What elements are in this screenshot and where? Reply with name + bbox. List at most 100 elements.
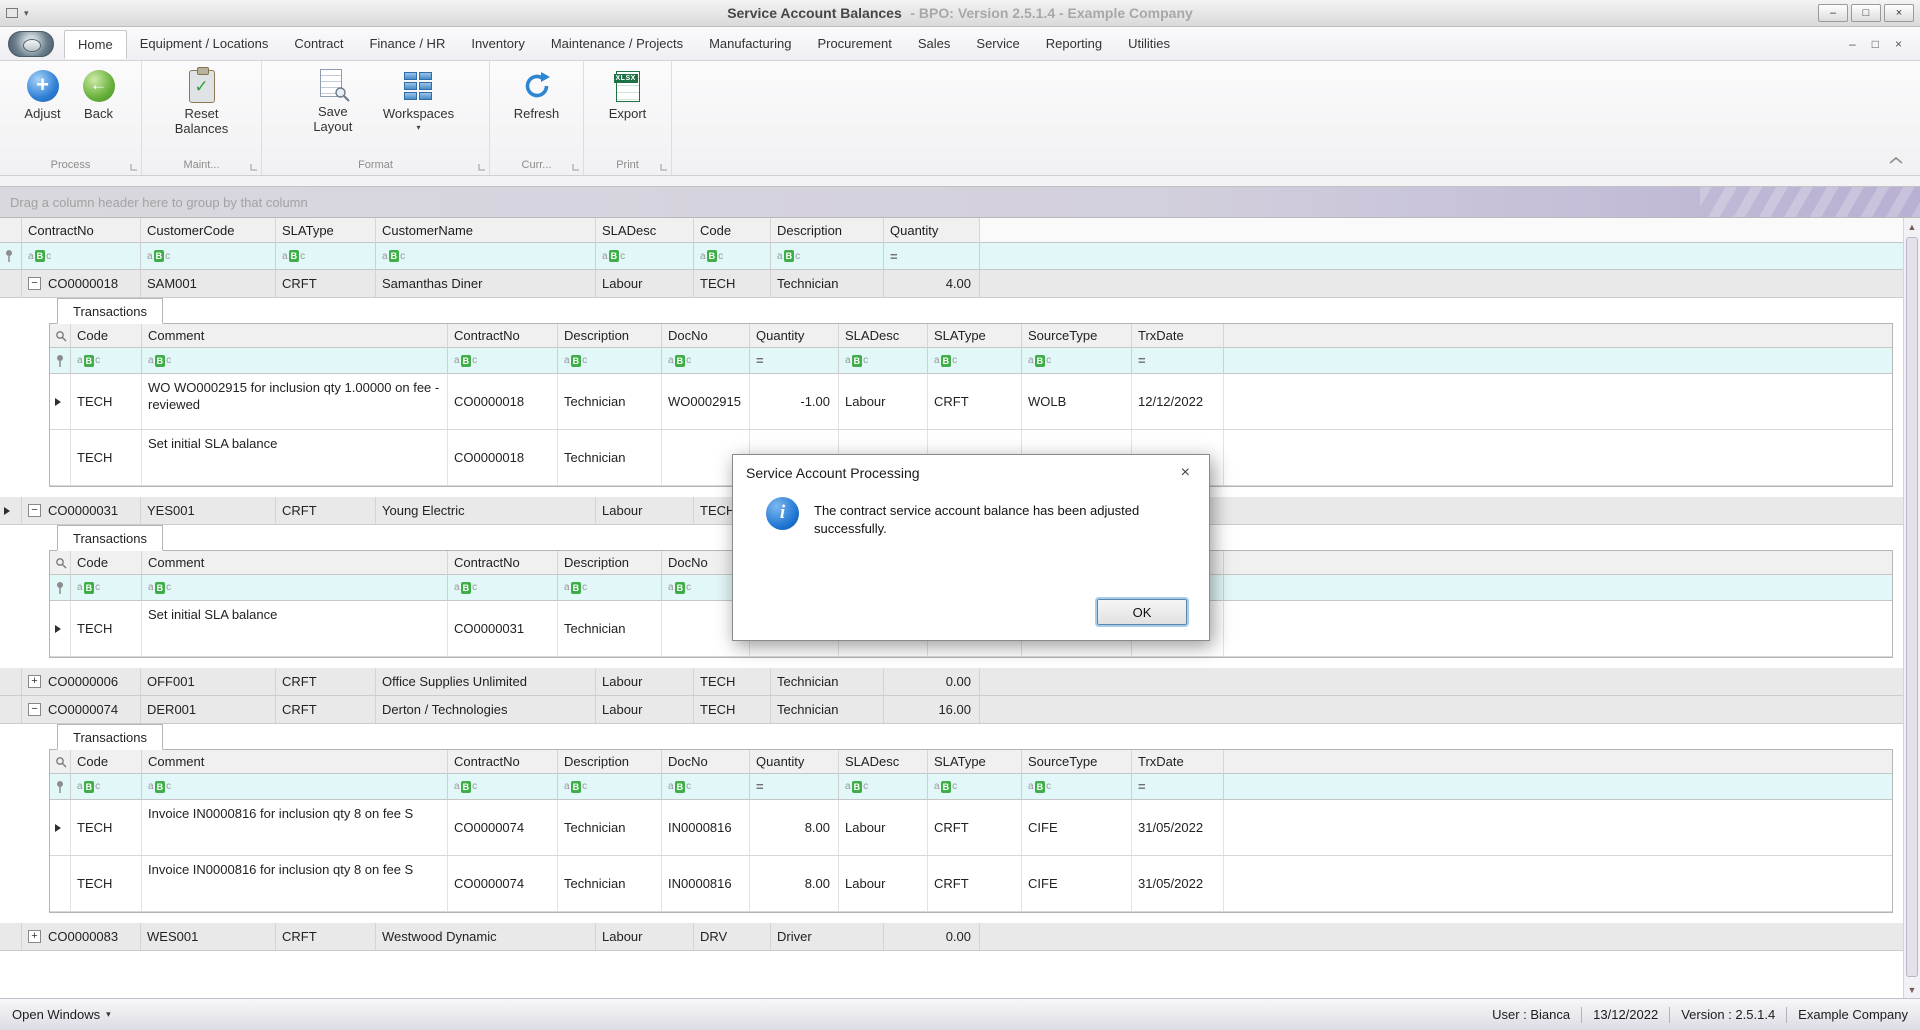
- filter-cell[interactable]: aBc: [142, 348, 448, 374]
- workspaces-button[interactable]: Workspaces ▾: [378, 66, 459, 133]
- search-icon[interactable]: [55, 756, 67, 768]
- filter-cell[interactable]: aBc: [1022, 348, 1132, 374]
- doc-close-button[interactable]: ×: [1895, 37, 1902, 51]
- collapse-toggle-icon[interactable]: −: [28, 703, 41, 716]
- detail-column-description[interactable]: Description: [558, 551, 662, 575]
- detail-column-sladesc[interactable]: SLADesc: [839, 324, 928, 348]
- detail-column-trxdate[interactable]: TrxDate: [1132, 324, 1224, 348]
- detail-column-slatype[interactable]: SLAType: [928, 750, 1022, 774]
- filter-cell[interactable]: aBc: [142, 774, 448, 800]
- filter-cell[interactable]: aBc: [839, 348, 928, 374]
- dialog-close-icon[interactable]: ×: [1175, 464, 1196, 482]
- tab-inventory[interactable]: Inventory: [458, 30, 537, 57]
- column-header-customername[interactable]: CustomerName: [376, 218, 596, 243]
- save-layout-button[interactable]: Save Layout: [292, 66, 374, 137]
- tab-reporting[interactable]: Reporting: [1033, 30, 1115, 57]
- reset-balances-button[interactable]: Reset Balances: [161, 66, 243, 139]
- vertical-scrollbar[interactable]: ▲ ▼: [1903, 218, 1920, 998]
- contract-row-co0000018[interactable]: − CO0000018 SAM001 CRFT Samanthas Diner L…: [0, 270, 1903, 298]
- contract-row-co0000006[interactable]: + CO0000006 OFF001 CRFT Office Supplies U…: [0, 668, 1903, 696]
- detail-column-sourcetype[interactable]: SourceType: [1022, 750, 1132, 774]
- expand-toggle-icon[interactable]: +: [28, 930, 41, 943]
- filter-cell[interactable]: aBc: [558, 348, 662, 374]
- filter-cell-sladesc[interactable]: aBc: [596, 243, 694, 270]
- open-windows-dropdown-icon[interactable]: ▾: [106, 1009, 111, 1020]
- tab-service[interactable]: Service: [963, 30, 1032, 57]
- ok-button[interactable]: OK: [1097, 599, 1187, 625]
- transaction-row[interactable]: TECH WO WO0002915 for inclusion qty 1.00…: [50, 374, 1892, 430]
- app-menu-button[interactable]: [8, 30, 54, 57]
- detail-column-docno[interactable]: DocNo: [662, 324, 750, 348]
- filter-cell[interactable]: =: [750, 774, 839, 800]
- detail-column-quantity[interactable]: Quantity: [750, 324, 839, 348]
- filter-cell[interactable]: aBc: [448, 774, 558, 800]
- filter-cell[interactable]: =: [1132, 774, 1224, 800]
- tab-contract[interactable]: Contract: [281, 30, 356, 57]
- column-header-code[interactable]: Code: [694, 218, 771, 243]
- tab-finance-hr[interactable]: Finance / HR: [356, 30, 458, 57]
- transactions-tab[interactable]: Transactions: [57, 525, 163, 551]
- filter-cell-customername[interactable]: aBc: [376, 243, 596, 270]
- filter-cell[interactable]: aBc: [448, 348, 558, 374]
- detail-column-description[interactable]: Description: [558, 324, 662, 348]
- scroll-up-icon[interactable]: ▲: [1904, 218, 1920, 235]
- dialog-launcher-icon[interactable]: [130, 163, 138, 171]
- detail-column-trxdate[interactable]: TrxDate: [1132, 750, 1224, 774]
- search-icon[interactable]: [55, 330, 67, 342]
- collapse-toggle-icon[interactable]: −: [28, 277, 41, 290]
- tab-maintenance-projects[interactable]: Maintenance / Projects: [538, 30, 696, 57]
- dialog-launcher-icon[interactable]: [660, 163, 668, 171]
- detail-column-contractno[interactable]: ContractNo: [448, 750, 558, 774]
- dialog-launcher-icon[interactable]: [572, 163, 580, 171]
- restore-button[interactable]: □: [1851, 4, 1881, 22]
- filter-cell[interactable]: aBc: [928, 774, 1022, 800]
- filter-cell[interactable]: =: [750, 348, 839, 374]
- detail-column-slatype[interactable]: SLAType: [928, 324, 1022, 348]
- filter-cell[interactable]: aBc: [662, 774, 750, 800]
- tab-procurement[interactable]: Procurement: [804, 30, 904, 57]
- tab-home[interactable]: Home: [64, 29, 127, 59]
- detail-column-comment[interactable]: Comment: [142, 750, 448, 774]
- transaction-row[interactable]: TECH Invoice IN0000816 for inclusion qty…: [50, 856, 1892, 912]
- scroll-down-icon[interactable]: ▼: [1904, 981, 1920, 998]
- close-button[interactable]: ×: [1884, 4, 1914, 22]
- collapse-toggle-icon[interactable]: −: [28, 504, 41, 517]
- expand-toggle-icon[interactable]: +: [28, 675, 41, 688]
- export-button[interactable]: Export: [602, 66, 654, 124]
- filter-cell-customercode[interactable]: aBc: [141, 243, 276, 270]
- app-icon[interactable]: [6, 8, 18, 18]
- detail-column-comment[interactable]: Comment: [142, 551, 448, 575]
- column-header-quantity[interactable]: Quantity: [884, 218, 980, 243]
- filter-cell[interactable]: =: [1132, 348, 1224, 374]
- doc-minimize-button[interactable]: –: [1849, 37, 1856, 51]
- detail-column-contractno[interactable]: ContractNo: [448, 551, 558, 575]
- detail-column-contractno[interactable]: ContractNo: [448, 324, 558, 348]
- back-button[interactable]: Back: [73, 66, 125, 124]
- scrollbar-thumb[interactable]: [1906, 237, 1918, 977]
- column-header-slatype[interactable]: SLAType: [276, 218, 376, 243]
- filter-cell-quantity[interactable]: =: [884, 243, 980, 270]
- filter-cell[interactable]: aBc: [839, 774, 928, 800]
- filter-cell[interactable]: aBc: [1022, 774, 1132, 800]
- filter-cell[interactable]: aBc: [71, 348, 142, 374]
- detail-column-code[interactable]: Code: [71, 551, 142, 575]
- open-windows-button[interactable]: Open Windows: [12, 1007, 100, 1022]
- quick-access-dropdown-icon[interactable]: ▾: [24, 8, 29, 19]
- dialog-launcher-icon[interactable]: [250, 163, 258, 171]
- dialog-launcher-icon[interactable]: [478, 163, 486, 171]
- filter-cell[interactable]: aBc: [142, 575, 448, 601]
- search-icon[interactable]: [55, 557, 67, 569]
- detail-column-sladesc[interactable]: SLADesc: [839, 750, 928, 774]
- detail-column-sourcetype[interactable]: SourceType: [1022, 324, 1132, 348]
- refresh-button[interactable]: Refresh: [509, 66, 565, 124]
- tab-utilities[interactable]: Utilities: [1115, 30, 1183, 57]
- filter-cell[interactable]: aBc: [448, 575, 558, 601]
- filter-cell[interactable]: aBc: [662, 348, 750, 374]
- doc-restore-button[interactable]: □: [1872, 37, 1879, 51]
- adjust-button[interactable]: Adjust: [17, 66, 69, 124]
- detail-column-comment[interactable]: Comment: [142, 324, 448, 348]
- tab-sales[interactable]: Sales: [905, 30, 964, 57]
- transactions-tab[interactable]: Transactions: [57, 724, 163, 750]
- tab-manufacturing[interactable]: Manufacturing: [696, 30, 804, 57]
- filter-cell-contractno[interactable]: aBc: [22, 243, 141, 270]
